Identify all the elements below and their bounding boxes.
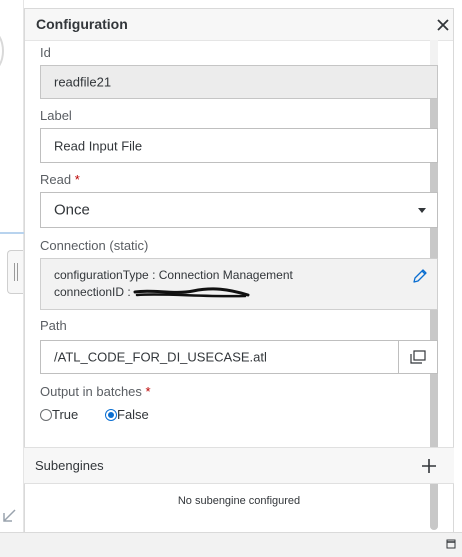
path-input[interactable]: /ATL_CODE_FOR_DI_USECASE.atl <box>40 340 438 374</box>
required-marker: * <box>74 172 80 187</box>
radio-false-circle[interactable] <box>105 408 117 421</box>
panel-title: Configuration <box>36 16 128 32</box>
close-button[interactable] <box>433 14 453 36</box>
label-input[interactable]: Read Input File <box>40 128 438 163</box>
panel-resize-handle[interactable] <box>7 250 23 294</box>
pencil-icon[interactable] <box>411 267 429 285</box>
expand-arrow-icon[interactable] <box>1 508 17 524</box>
plus-icon[interactable] <box>420 457 438 475</box>
canvas-operator-node[interactable] <box>0 30 4 72</box>
close-icon <box>437 19 449 31</box>
id-value: readfile21 <box>54 74 112 90</box>
subengines-title: Subengines <box>35 458 104 473</box>
restore-window-icon[interactable] <box>446 539 456 549</box>
chevron-down-icon <box>418 208 426 213</box>
connection-box: configurationType : Connection Managemen… <box>40 258 438 310</box>
subengines-section-header: Subengines <box>24 447 454 484</box>
bottom-status-bar <box>0 532 462 557</box>
required-marker: * <box>145 384 151 399</box>
label-value: Read Input File <box>54 138 143 153</box>
connection-id-line: connectionID : <box>54 285 131 299</box>
read-selected-value: Once <box>54 201 90 219</box>
connection-label: Connection (static) <box>40 238 149 253</box>
radio-false-label: False <box>117 407 149 422</box>
read-label: Read * <box>40 172 80 187</box>
radio-true[interactable]: True <box>40 407 78 422</box>
read-select[interactable]: Once <box>40 192 438 228</box>
label-label: Label <box>40 108 72 123</box>
id-field: readfile21 <box>40 65 438 99</box>
connection-type-line: configurationType : Connection Managemen… <box>54 268 293 282</box>
path-value: /ATL_CODE_FOR_DI_USECASE.atl <box>54 349 267 365</box>
radio-false[interactable]: False <box>105 407 149 422</box>
subengines-empty-message: No subengine configured <box>177 495 301 507</box>
path-label: Path <box>40 318 67 333</box>
browse-button[interactable] <box>398 340 438 374</box>
browse-file-icon <box>410 350 426 364</box>
radio-true-circle[interactable] <box>40 408 52 421</box>
panel-header: Configuration <box>25 9 453 41</box>
batches-label: Output in batches * <box>40 384 151 399</box>
id-label: Id <box>40 45 51 60</box>
redaction-scribble <box>133 287 250 298</box>
radio-true-label: True <box>52 407 79 422</box>
canvas-connection-line <box>0 232 24 234</box>
